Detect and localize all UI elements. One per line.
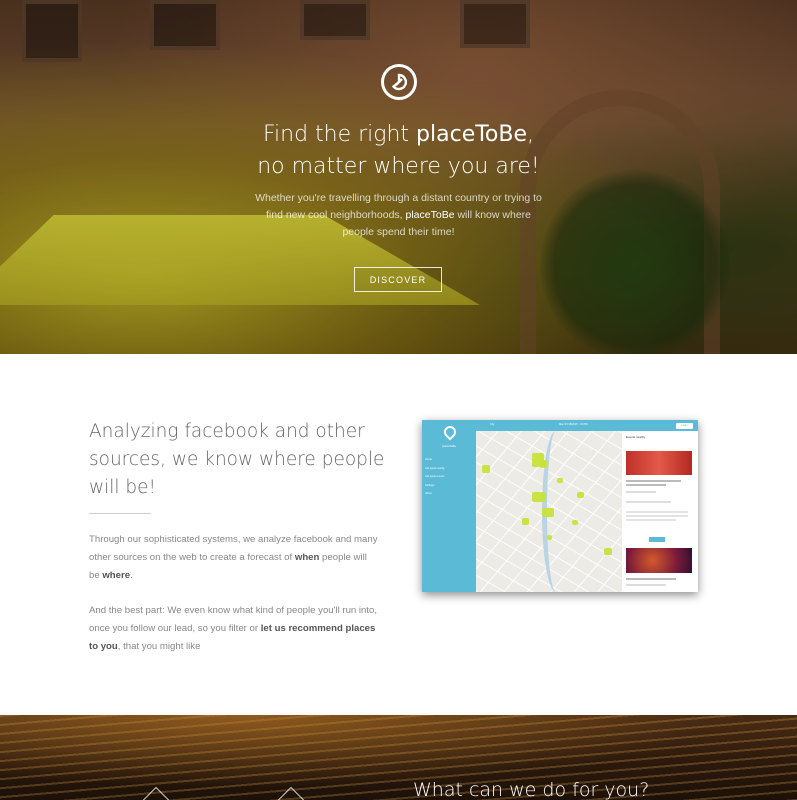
diamond-icon [134,786,178,800]
app-nav-item: Home [425,458,432,461]
about-heading: Analyzing facebook and other sources, we… [89,421,385,498]
event-meta-line [626,501,671,503]
hero-title: Find the right placeToBe, no matter wher… [0,119,797,183]
app-sidebar-nav: Home Hot spots nearby Hot spots events S… [425,456,445,499]
event-title-line [626,480,681,482]
about-p1-when: when [294,552,320,563]
hot-spot [547,535,552,540]
hero-title-brand: placeToBe [416,122,528,147]
app-nav-item: Settings [425,483,435,487]
app-nav-item: Hot spots nearby [425,466,445,470]
event-image [626,451,692,475]
event-desc-line [626,511,688,513]
event-meta-line [626,584,666,586]
event-image [626,548,692,573]
placetobe-logo-icon [381,64,417,100]
about-paragraph-2: And the best part: We even know what kin… [89,602,379,656]
app-top-date: Mon 07/18/2015 · 10 PM [559,423,588,426]
event-meta-line [626,491,656,493]
event-desc-line [626,519,676,521]
app-nav-item: Hot spots events [425,475,445,478]
event-details-button [649,537,665,542]
hot-spot [604,548,612,555]
hot-spot [557,478,563,483]
hot-spot [540,460,548,468]
services-title: What can we do for you? [413,779,650,800]
event-title-line [626,484,666,486]
app-nav-item: About [425,492,432,495]
hot-spot [482,465,490,473]
hero-title-suffix: , [527,122,535,147]
app-brand: placeToBe [441,444,456,448]
hero-subtitle: Whether you're travelling through a dist… [250,190,547,241]
app-events-panel: Events nearby [622,431,698,592]
hot-spot [522,518,529,525]
divider [89,513,151,514]
app-login-button: Login [676,423,693,429]
discover-button[interactable]: DISCOVER [354,267,442,292]
hero-title-line2: no matter where you are! [257,154,540,179]
hot-spot [572,520,578,525]
diamond-icon [269,786,313,800]
hero-section: Find the right placeToBe, no matter wher… [0,0,797,354]
hero-subtitle-brand: placeToBe [405,209,455,221]
hero-title-prefix: Find the right [262,122,417,147]
about-paragraph-1: Through our sophisticated systems, we an… [89,531,379,585]
app-top-city: City [490,423,495,426]
services-section: What can we do for you? [0,715,797,800]
about-p2-end: , that you might like [117,641,201,652]
app-panel-title: Events nearby [626,435,646,439]
event-title-line [626,578,676,580]
hot-spot [532,492,546,502]
hot-spot [577,492,584,498]
hot-spot [542,508,554,517]
event-desc-line [626,515,688,517]
about-p1-end: . [130,570,133,581]
about-p1-where: where [102,570,131,581]
app-screenshot: placeToBe Home Hot spots nearby Hot spot… [422,420,698,592]
